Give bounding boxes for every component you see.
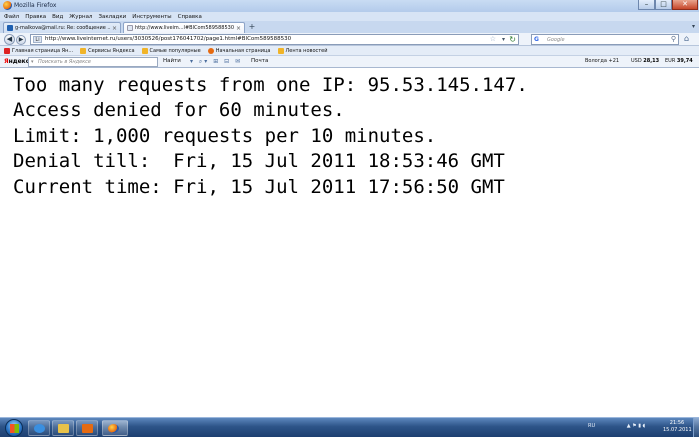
taskbar: RU ▲ ⚑ ▮ ◖ 21:56 15.07.2011 <box>0 417 699 437</box>
taskbar-firefox-button[interactable] <box>102 420 128 436</box>
reload-icon[interactable]: ↻ <box>509 35 516 44</box>
clock[interactable]: 21:56 15.07.2011 <box>663 420 692 434</box>
minimize-button[interactable]: – <box>638 0 655 10</box>
maximize-button[interactable]: □ <box>655 0 672 10</box>
tab-close-icon[interactable]: × <box>236 25 241 32</box>
bookmark-star-icon[interactable]: ☆ <box>490 35 496 43</box>
folder-icon <box>58 424 69 433</box>
rate-label: EUR <box>665 58 676 64</box>
yandex-bookmark-icon <box>4 47 10 54</box>
bookmark-label: Главная страница Ян... <box>12 47 74 54</box>
clock-date: 15.07.2011 <box>663 427 692 433</box>
eur-rate[interactable]: EUR 39,74 <box>665 58 693 64</box>
bookmark-label: Начальная страница <box>215 47 271 54</box>
message-line-access-denied: Access denied for 60 minutes. <box>13 99 345 121</box>
media-player-icon <box>82 424 93 433</box>
taskbar-ie-button[interactable] <box>28 420 50 436</box>
yandex-find-button[interactable]: Найти <box>163 58 181 64</box>
title-bar: Mozilla Firefox – □ ✕ <box>0 0 699 12</box>
message-line-limit: Limit: 1,000 requests per 10 minutes. <box>13 125 437 147</box>
usd-rate[interactable]: USD 28,13 <box>631 58 659 64</box>
yandex-search-placeholder[interactable]: Поискать в Яндексе <box>38 59 91 65</box>
search-icon[interactable]: ⚲ <box>671 35 676 43</box>
language-indicator[interactable]: RU <box>588 423 595 429</box>
url-text[interactable]: http://www.liveinternet.ru/users/3030526… <box>45 36 291 42</box>
google-engine-icon[interactable]: G <box>534 36 539 43</box>
yandex-search-dropdown-icon[interactable]: ▾ <box>31 59 34 65</box>
weather-widget[interactable]: Вологда +21 <box>585 58 619 64</box>
bookmark-item[interactable]: Лента новостей <box>277 47 328 54</box>
show-desktop-button[interactable] <box>693 418 699 437</box>
menu-edit[interactable]: Правка <box>25 14 46 20</box>
search-placeholder[interactable]: Google <box>547 37 565 43</box>
menu-bar: Файл Правка Вид Журнал Закладки Инструме… <box>0 12 699 21</box>
url-bar[interactable]: Li http://www.liveinternet.ru/users/3030… <box>30 34 519 45</box>
firefox-icon <box>108 424 119 433</box>
windows-logo-icon <box>10 424 19 433</box>
mail-favicon-icon <box>7 25 13 31</box>
back-button[interactable]: ◀ <box>4 34 15 45</box>
window-controls: – □ ✕ <box>638 0 698 11</box>
bookmark-item[interactable]: Главная страница Ян... <box>4 47 74 54</box>
rss-folder-icon <box>277 47 284 54</box>
menu-history[interactable]: Журнал <box>69 14 92 20</box>
menu-view[interactable]: Вид <box>52 14 63 20</box>
taskbar-media-button[interactable] <box>76 420 98 436</box>
bookmark-label: Самые популярные <box>149 47 201 54</box>
yandex-toolbar: Яндекс ▾ Поискать в Яндексе Найти ▾ ⌕▾ ⊞… <box>0 56 699 68</box>
rate-value: 39,74 <box>676 58 693 64</box>
new-tab-button[interactable]: + <box>247 23 257 32</box>
bookmark-label: Лента новостей <box>285 47 328 54</box>
internet-explorer-icon <box>34 424 45 433</box>
url-dropdown-icon[interactable]: ▾ <box>502 36 505 43</box>
start-button[interactable] <box>5 419 23 437</box>
bookmark-item[interactable]: Начальная страница <box>207 47 271 54</box>
home-icon[interactable]: ⌂ <box>684 34 689 43</box>
site-identity-icon[interactable]: Li <box>33 36 42 43</box>
yandex-logo[interactable]: Яндекс <box>4 58 29 65</box>
message-line-requests: Too many requests from one IP: 95.53.145… <box>13 74 528 96</box>
tab-label: http://www.liveim...l#BlCom589588530 <box>135 25 234 31</box>
search-box[interactable]: G Google ⚲ <box>531 34 679 45</box>
navigation-toolbar: ◀ ▶ Li http://www.liveinternet.ru/users/… <box>0 33 699 46</box>
bookmark-item[interactable]: Самые популярные <box>141 47 201 54</box>
page-favicon-icon <box>127 25 133 31</box>
tab-bar: g-malkova@mail.ru: Re: сообщение ... × h… <box>0 21 699 33</box>
yandex-mail-button[interactable]: Почта <box>251 58 268 64</box>
rate-value: 28,13 <box>643 58 660 64</box>
bookmarks-toolbar: Главная страница Ян... Сервисы Яндекса С… <box>0 46 699 56</box>
forward-button[interactable]: ▶ <box>16 35 26 45</box>
page-content: Too many requests from one IP: 95.53.145… <box>0 69 699 417</box>
system-tray: RU ▲ ⚑ ▮ ◖ <box>588 423 645 429</box>
message-line-denial-till: Denial till: Fri, 15 Jul 2011 18:53:46 G… <box>13 150 505 172</box>
folder-icon <box>141 47 148 54</box>
list-all-tabs-button[interactable]: ▾ <box>692 23 695 30</box>
clock-time: 21:56 <box>669 420 685 426</box>
tab-mail[interactable]: g-malkova@mail.ru: Re: сообщение ... × <box>3 22 121 33</box>
tray-icons[interactable]: ▲ ⚑ ▮ ◖ <box>627 423 645 429</box>
message-line-current-time: Current time: Fri, 15 Jul 2011 17:56:50 … <box>13 176 505 198</box>
yandex-search-input[interactable]: ▾ Поискать в Яндексе <box>28 57 158 67</box>
weather-city: Вологда <box>585 58 607 64</box>
folder-icon <box>80 47 87 54</box>
firefox-icon <box>3 1 12 10</box>
window-title: Mozilla Firefox <box>14 2 57 9</box>
menu-file[interactable]: Файл <box>4 14 19 20</box>
tab-close-icon[interactable]: × <box>112 25 117 32</box>
close-button[interactable]: ✕ <box>672 0 698 10</box>
menu-help[interactable]: Справка <box>178 14 202 20</box>
tab-label: g-malkova@mail.ru: Re: сообщение ... <box>15 25 110 31</box>
rate-label: USD <box>631 58 642 64</box>
menu-tools[interactable]: Инструменты <box>132 14 171 20</box>
bookmark-label: Сервисы Яндекса <box>88 47 135 54</box>
menu-bookmarks[interactable]: Закладки <box>98 14 126 20</box>
tab-liveinternet[interactable]: http://www.liveim...l#BlCom589588530 × <box>123 22 245 33</box>
weather-temp: +21 <box>608 58 620 64</box>
yandex-tool-icons[interactable]: ▾ ⌕▾ ⊞ ⊟ ✉ <box>190 58 242 66</box>
taskbar-explorer-button[interactable] <box>52 420 74 436</box>
firefox-bookmark-icon <box>207 47 214 54</box>
bookmark-item[interactable]: Сервисы Яндекса <box>80 47 135 54</box>
